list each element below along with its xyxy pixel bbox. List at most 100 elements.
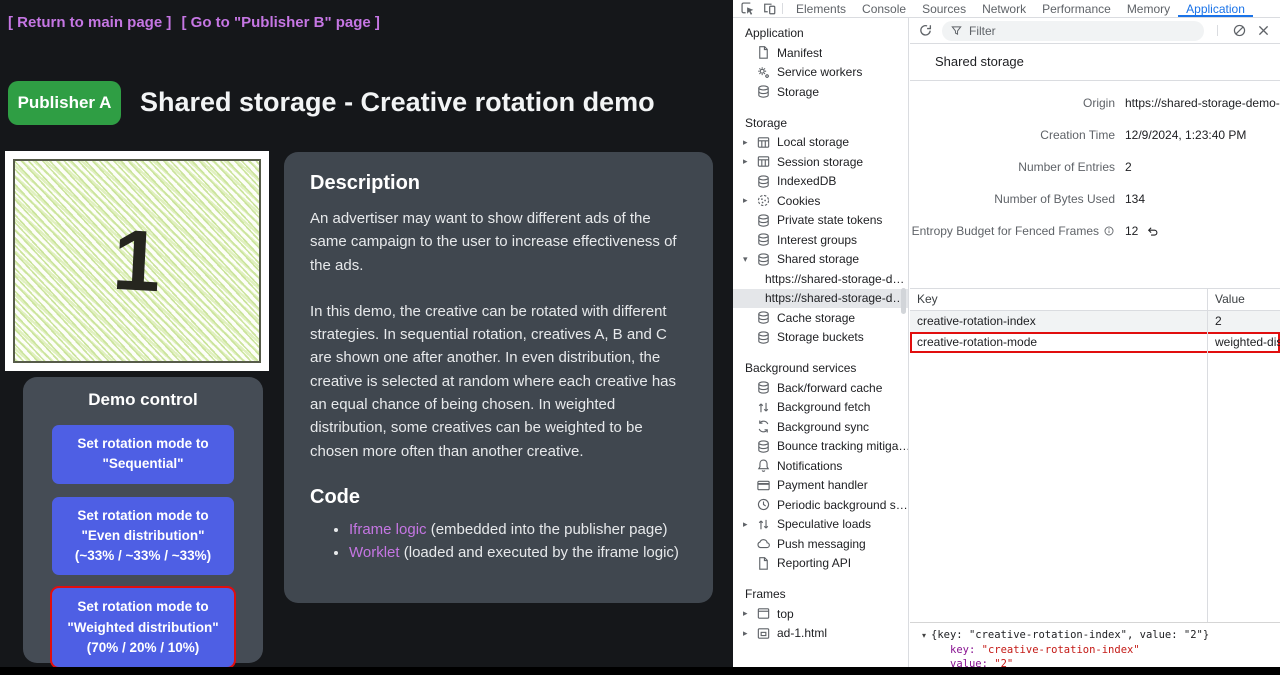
filter-placeholder: Filter: [969, 24, 996, 38]
sidebar-item-cookies[interactable]: ▸Cookies: [733, 191, 908, 211]
tab-memory[interactable]: Memory: [1119, 1, 1178, 17]
description-card: Description An advertiser may want to sh…: [284, 152, 713, 603]
ad-creative-frame: 1: [5, 151, 269, 371]
metadata-row-number-of-bytes-used: Number of Bytes Used134: [910, 183, 1280, 215]
sidebar-section-header: Background services: [733, 358, 908, 378]
sidebar-section-storage: Storage▸Local storage▸Session storage Ind…: [733, 113, 908, 348]
clear-icon[interactable]: [1232, 23, 1247, 38]
entry-preview-pane: ▾ {key: "creative-rotation-index", value:…: [910, 623, 1280, 667]
sidebar-item-reporting-api[interactable]: Reporting API: [733, 554, 908, 574]
sidebar-item-top[interactable]: ▸top: [733, 604, 908, 624]
filter-input[interactable]: Filter: [942, 21, 1204, 41]
sidebar-item-notifications[interactable]: Notifications: [733, 456, 908, 476]
table-icon: [756, 154, 771, 169]
sidebar-item-label: Storage: [777, 85, 819, 99]
sidebar-item-bounce-tracking-mitiga[interactable]: Bounce tracking mitiga…: [733, 437, 908, 457]
inspect-element-icon[interactable]: [740, 1, 755, 16]
sidebar-section-header: Application: [733, 23, 908, 43]
tab-application[interactable]: Application: [1178, 1, 1253, 17]
sidebar-item-periodic-background-s[interactable]: Periodic background s…: [733, 495, 908, 515]
preview-property-name: value:: [950, 658, 988, 667]
database-icon: [756, 84, 771, 99]
sidebar-item-speculative-loads[interactable]: ▸Speculative loads: [733, 515, 908, 535]
preview-summary-text: {key: "creative-rotation-index", value: …: [931, 629, 1209, 641]
sidebar-item-payment-handler[interactable]: Payment handler: [733, 476, 908, 496]
sidebar-item-session-storage[interactable]: ▸Session storage: [733, 152, 908, 172]
button-label-line: (~33% / ~33% / ~33%): [56, 546, 230, 566]
metadata-key: Origin: [910, 96, 1115, 110]
sidebar-item-background-sync[interactable]: Background sync: [733, 417, 908, 437]
tab-performance[interactable]: Performance: [1034, 1, 1119, 17]
clock-icon: [756, 497, 771, 512]
metadata-value: 2: [1125, 160, 1132, 174]
return-to-main-link[interactable]: [ Return to main page ]: [8, 14, 171, 31]
sidebar-item-label: IndexedDB: [777, 174, 836, 188]
sidebar-section-header: Storage: [733, 113, 908, 133]
metadata-value-text: 12: [1125, 224, 1138, 238]
tab-elements[interactable]: Elements: [788, 1, 854, 17]
rotation-mode-button-weighted-distribution[interactable]: Set rotation mode to"Weighted distributi…: [52, 588, 234, 667]
sidebar-item-https-shared-storage-d[interactable]: https://shared-storage-d…: [733, 289, 908, 309]
metadata-row-number-of-entries: Number of Entries 2: [910, 151, 1280, 183]
code-link-iframe-logic[interactable]: Iframe logic: [349, 521, 427, 538]
sidebar-item-push-messaging[interactable]: Push messaging: [733, 534, 908, 554]
metadata-key: Number of Entries: [910, 160, 1115, 174]
tab-network[interactable]: Network: [974, 1, 1034, 17]
sidebar-item-ad-1-html[interactable]: ▸ad-1.html: [733, 624, 908, 644]
sidebar-item-local-storage[interactable]: ▸Local storage: [733, 133, 908, 153]
database-icon: [756, 213, 771, 228]
close-icon[interactable]: [1256, 23, 1271, 38]
sidebar-item-service-workers[interactable]: Service workers: [733, 63, 908, 83]
sidebar-item-interest-groups[interactable]: Interest groups: [733, 230, 908, 250]
sidebar-item-indexeddb[interactable]: IndexedDB: [733, 172, 908, 192]
sidebar-item-label: Shared storage: [777, 252, 859, 266]
sidebar-section-frames: Frames▸top▸ad-1.html: [733, 584, 908, 643]
rotation-mode-button-even-distribution[interactable]: Set rotation mode to"Even distribution"(…: [52, 497, 234, 576]
sidebar-item-label: Storage buckets: [777, 330, 864, 344]
code-link-worklet[interactable]: Worklet: [349, 544, 400, 561]
sidebar-item-cache-storage[interactable]: Cache storage: [733, 308, 908, 328]
preview-summary[interactable]: ▾ {key: "creative-rotation-index", value:…: [922, 628, 1280, 643]
tab-console[interactable]: Console: [854, 1, 914, 17]
sidebar-item-manifest[interactable]: Manifest: [733, 43, 908, 63]
sidebar-item-storage[interactable]: Storage: [733, 82, 908, 102]
reset-icon[interactable]: [1146, 225, 1159, 238]
tab-sources[interactable]: Sources: [914, 1, 974, 17]
sidebar-item-background-fetch[interactable]: Background fetch: [733, 398, 908, 418]
sidebar-item-private-state-tokens[interactable]: Private state tokens: [733, 211, 908, 231]
sidebar-item-https-shared-storage-d[interactable]: https://shared-storage-d…: [733, 269, 908, 289]
column-header-key[interactable]: Key: [910, 289, 1207, 310]
table-row-creative-rotation-index[interactable]: creative-rotation-index2: [910, 311, 1280, 332]
expanded-triangle-icon[interactable]: ▾: [922, 629, 926, 643]
go-to-publisher-b-link[interactable]: [ Go to "Publisher B" page ]: [182, 14, 380, 31]
cloud-icon: [756, 536, 771, 551]
button-label-line: Set rotation mode to: [56, 506, 230, 526]
button-label-line: Set rotation mode to: [56, 597, 230, 617]
sidebar-item-label: Reporting API: [777, 556, 851, 570]
sidebar-scrollbar-thumb[interactable]: [901, 288, 906, 314]
chevron-right-icon: ▸: [743, 519, 756, 530]
sidebar-item-storage-buckets[interactable]: Storage buckets: [733, 328, 908, 348]
table-row-creative-rotation-mode[interactable]: creative-rotation-modeweighted-distr: [910, 332, 1280, 353]
code-heading: Code: [310, 486, 687, 509]
sidebar-section-header: Frames: [733, 584, 908, 604]
device-toolbar-icon[interactable]: [762, 1, 777, 16]
filter-funnel-icon: [950, 24, 963, 37]
button-label-line: (70% / 20% / 10%): [56, 638, 230, 658]
metadata-key: Number of Bytes Used: [910, 192, 1115, 206]
sidebar-item-label: top: [777, 607, 794, 621]
table-cell-key: creative-rotation-mode: [910, 332, 1207, 353]
chevron-right-icon: ▸: [743, 195, 756, 206]
refresh-icon[interactable]: [918, 23, 933, 38]
column-divider[interactable]: [1207, 289, 1208, 622]
sidebar-item-label: https://shared-storage-d…: [765, 291, 904, 305]
sidebar-item-back-forward-cache[interactable]: Back/forward cache: [733, 378, 908, 398]
code-item-text: (loaded and executed by the iframe logic…: [400, 544, 679, 561]
column-header-value[interactable]: Value: [1207, 289, 1280, 310]
sync-icon: [756, 419, 771, 434]
sidebar-item-label: Bounce tracking mitiga…: [777, 439, 908, 453]
preview-property-value: "2": [994, 658, 1013, 667]
sidebar-item-shared-storage[interactable]: ▾Shared storage: [733, 250, 908, 270]
metadata-key-text: Origin: [1083, 96, 1115, 110]
rotation-mode-button-sequential[interactable]: Set rotation mode to"Sequential": [52, 425, 234, 484]
